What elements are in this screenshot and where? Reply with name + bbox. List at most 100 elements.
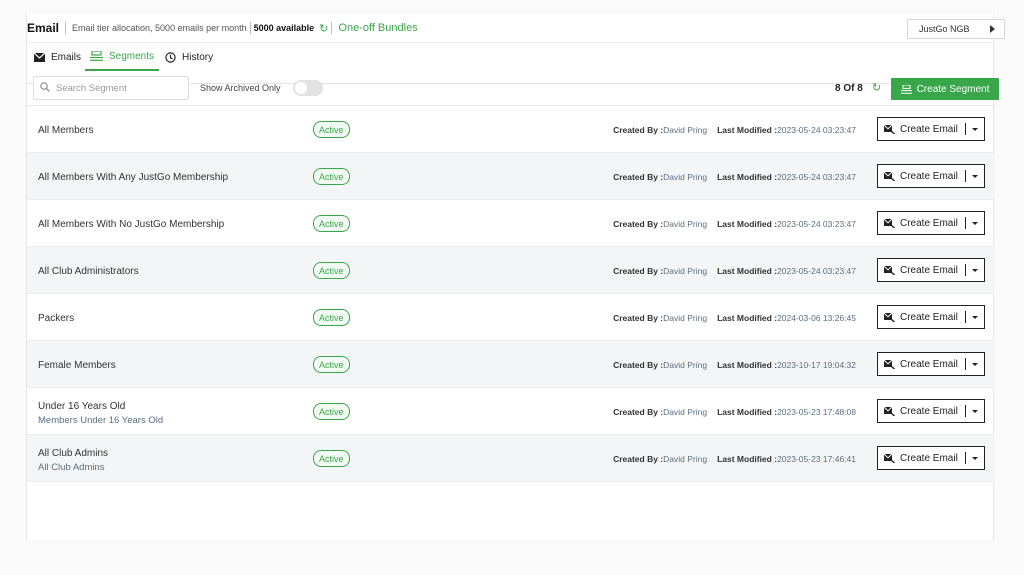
tab-segments[interactable]: Segments xyxy=(85,43,160,71)
create-email-label: Create Email xyxy=(900,311,958,323)
segment-name[interactable]: All Club Administrators xyxy=(38,266,139,277)
one-off-bundles-link[interactable]: One-off Bundles xyxy=(338,22,417,34)
button-divider xyxy=(964,405,966,417)
last-modified-label: Last Modified : xyxy=(717,125,778,135)
tab-emails-label: Emails xyxy=(51,51,82,63)
history-icon xyxy=(165,51,176,63)
segment-count: 8 Of 8 xyxy=(835,83,863,94)
segment-name[interactable]: All Club Admins xyxy=(38,448,108,459)
status-badge: Active xyxy=(313,356,350,373)
create-segment-button[interactable]: Create Segment xyxy=(891,78,999,100)
last-modified-label: Last Modified : xyxy=(717,407,778,417)
create-email-label: Create Email xyxy=(900,405,958,417)
created-by-label: Created By : xyxy=(613,125,664,135)
segment-name[interactable]: All Members With No JustGo Membership xyxy=(38,219,224,230)
create-email-button[interactable]: Create Email xyxy=(877,446,985,470)
status-badge: Active xyxy=(313,168,350,185)
segment-name[interactable]: Under 16 Years Old xyxy=(38,401,125,412)
email-compose-icon xyxy=(884,359,895,369)
create-email-label: Create Email xyxy=(900,264,958,276)
chevron-down-icon[interactable] xyxy=(971,456,978,460)
last-modified-label: Last Modified : xyxy=(717,313,778,323)
create-email-label: Create Email xyxy=(900,452,958,464)
segment-toolbar: Show Archived Only 8 Of 8 ↻ Create Segme… xyxy=(27,72,999,106)
segment-name[interactable]: Female Members xyxy=(38,360,116,371)
page-header: Email Email tier allocation, 5000 emails… xyxy=(27,14,1005,42)
chevron-down-icon[interactable] xyxy=(971,127,978,131)
create-email-label: Create Email xyxy=(900,170,958,182)
button-divider xyxy=(964,123,966,135)
create-email-button[interactable]: Create Email xyxy=(877,211,985,235)
create-email-button[interactable]: Create Email xyxy=(877,399,985,423)
status-badge: Active xyxy=(313,450,350,467)
segment-meta: Created By :David Pring Last Modified :20… xyxy=(613,313,856,323)
segment-meta: Created By :David Pring Last Modified :20… xyxy=(613,266,856,276)
segment-row: All Members Active Created By :David Pri… xyxy=(27,106,995,153)
create-email-label: Create Email xyxy=(900,217,958,229)
chevron-down-icon[interactable] xyxy=(971,174,978,178)
segment-row: Female Members Active Created By :David … xyxy=(27,341,995,388)
segment-meta: Created By :David Pring Last Modified :20… xyxy=(613,219,856,229)
header-divider xyxy=(331,22,333,34)
search-icon xyxy=(40,79,50,97)
chevron-down-icon[interactable] xyxy=(971,409,978,413)
create-email-button[interactable]: Create Email xyxy=(877,305,985,329)
chevron-down-icon[interactable] xyxy=(971,315,978,319)
segment-row: Under 16 Years Old Members Under 16 Year… xyxy=(27,388,995,435)
create-email-button[interactable]: Create Email xyxy=(877,117,985,141)
created-by-value: David Pring xyxy=(663,360,708,370)
last-modified-label: Last Modified : xyxy=(717,266,778,276)
created-by-value: David Pring xyxy=(663,454,708,464)
search-box[interactable] xyxy=(33,76,189,100)
created-by-label: Created By : xyxy=(613,266,664,276)
segment-description: All Club Admins xyxy=(38,462,105,473)
created-by-label: Created By : xyxy=(613,172,664,182)
button-divider xyxy=(964,452,966,464)
last-modified-value: 2023-05-23 17:48:08 xyxy=(777,407,856,417)
search-input[interactable] xyxy=(56,82,176,94)
page-title: Email xyxy=(27,21,60,35)
refresh-icon[interactable]: ↻ xyxy=(319,22,328,35)
segment-name[interactable]: All Members xyxy=(38,125,94,136)
email-compose-icon xyxy=(884,124,895,134)
allocation-text: Email tier allocation, 5000 emails per m… xyxy=(72,23,247,33)
segment-meta: Created By :David Pring Last Modified :20… xyxy=(613,125,856,135)
segment-name[interactable]: All Members With Any JustGo Membership xyxy=(38,172,228,183)
segment-meta: Created By :David Pring Last Modified :20… xyxy=(613,454,856,464)
button-divider xyxy=(964,264,966,276)
show-archived-toggle[interactable] xyxy=(293,80,323,96)
button-divider xyxy=(964,358,966,370)
create-email-button[interactable]: Create Email xyxy=(877,164,985,188)
last-modified-label: Last Modified : xyxy=(717,172,778,182)
available-count: 5000 available xyxy=(253,23,315,33)
segment-row: All Members With No JustGo Membership Ac… xyxy=(27,200,995,247)
last-modified-value: 2023-05-24 03:23:47 xyxy=(777,172,856,182)
organisation-select-value: JustGo NGB xyxy=(919,24,970,34)
last-modified-label: Last Modified : xyxy=(717,360,778,370)
created-by-value: David Pring xyxy=(663,407,708,417)
created-by-label: Created By : xyxy=(613,219,664,229)
last-modified-value: 2023-05-24 03:23:47 xyxy=(777,125,856,135)
chevron-down-icon[interactable] xyxy=(971,362,978,366)
create-email-button[interactable]: Create Email xyxy=(877,352,985,376)
organisation-select[interactable]: JustGo NGB xyxy=(907,19,1005,39)
tab-emails[interactable]: Emails xyxy=(34,43,81,71)
status-badge: Active xyxy=(313,262,350,279)
tab-history-label: History xyxy=(182,51,214,63)
segment-meta: Created By :David Pring Last Modified :20… xyxy=(613,172,856,182)
chevron-down-icon[interactable] xyxy=(971,268,978,272)
created-by-value: David Pring xyxy=(663,266,708,276)
refresh-icon[interactable]: ↻ xyxy=(872,81,881,94)
app-window: Email Email tier allocation, 5000 emails… xyxy=(0,0,1024,575)
segment-row: All Club Administrators Active Created B… xyxy=(27,247,995,294)
created-by-value: David Pring xyxy=(663,313,708,323)
tab-history[interactable]: History xyxy=(165,43,213,71)
segment-name[interactable]: Packers xyxy=(38,313,74,324)
segments-icon xyxy=(900,84,912,94)
created-by-value: David Pring xyxy=(663,125,708,135)
email-compose-icon xyxy=(884,312,895,322)
create-email-label: Create Email xyxy=(900,123,958,135)
status-badge: Active xyxy=(313,215,350,232)
create-email-button[interactable]: Create Email xyxy=(877,258,985,282)
chevron-down-icon[interactable] xyxy=(971,221,978,225)
